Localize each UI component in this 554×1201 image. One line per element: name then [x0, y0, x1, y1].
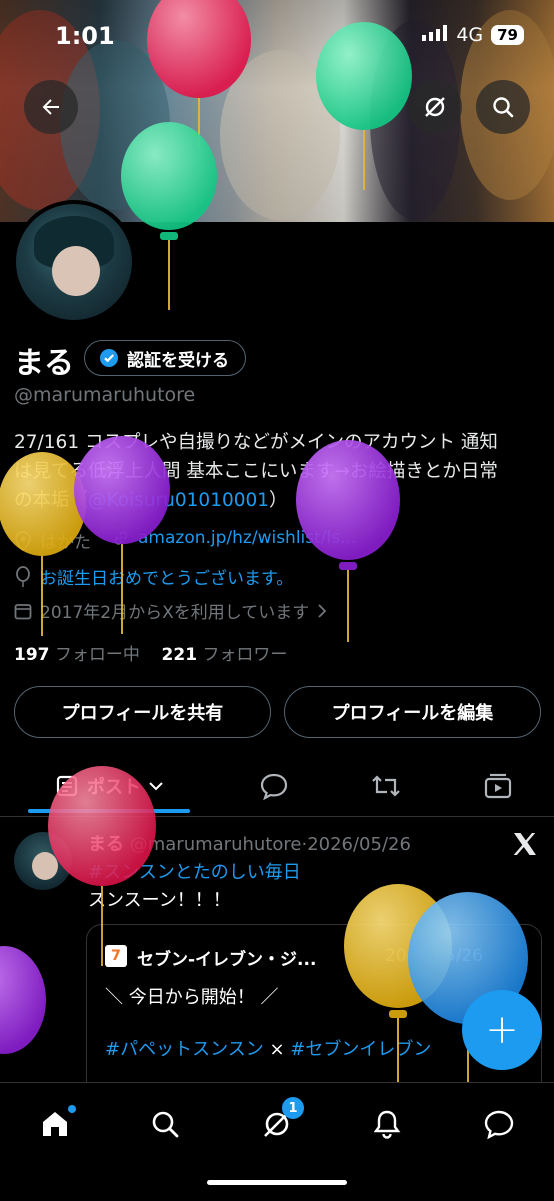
follow-counts: 197 フォロー中 221 フォロワー [14, 640, 287, 665]
grok-icon [425, 97, 445, 117]
nav-notifications[interactable] [362, 1099, 412, 1149]
chevron-down-icon [149, 782, 163, 791]
followers-link[interactable]: 221 フォロワー [162, 645, 288, 665]
following-count: 197 [14, 645, 50, 665]
status-indicators: 4G 79 [422, 24, 524, 46]
quoted-hashtags: #パペットスンスン × #セブンイレブン [105, 1035, 431, 1061]
search-icon [493, 97, 514, 118]
reply-icon [260, 773, 288, 800]
grok-button[interactable] [408, 80, 462, 134]
location-text: はかた [40, 533, 91, 553]
nav-grok[interactable]: 1 [252, 1097, 304, 1149]
home-indicator [207, 1180, 347, 1185]
profile-bio: 27/161 コスプレや自撮りなどがメインのアカウント 通知 は見てる低浮上人間… [14, 428, 542, 515]
edit-profile-button[interactable]: プロフィールを編集 [284, 686, 541, 738]
get-verified-label: 認証を受ける [127, 350, 229, 371]
bio-text: ） [269, 490, 288, 511]
quoted-times: × [269, 1039, 285, 1060]
location-icon [15, 530, 31, 551]
notification-badge: 1 [282, 1097, 304, 1119]
joined-text: 2017年2月からXを利用しています [40, 603, 310, 623]
birthday-text: お誕生日おめでとうございます。 [40, 569, 294, 589]
tab-reposts[interactable] [358, 760, 414, 812]
profile-handle: @marumaruhutore [14, 384, 196, 406]
post-avatar[interactable] [14, 832, 72, 890]
balloon-icon [16, 565, 30, 587]
quoted-date: 2026/05/26 [385, 946, 483, 966]
battery-level: 79 [491, 25, 524, 45]
nav-home[interactable] [30, 1099, 80, 1149]
active-tab-indicator [28, 809, 190, 813]
tab-media[interactable] [470, 760, 526, 812]
balloon-purple [0, 946, 46, 1054]
bio-line: 27/161 コスプレや自撮りなどがメインのアカウント 通知 [14, 432, 498, 453]
tab-replies[interactable] [246, 760, 302, 812]
tab-posts-label: ポスト [87, 777, 141, 798]
compose-button[interactable]: + [462, 990, 542, 1070]
profile-name: まる [14, 346, 74, 381]
signal-icon [422, 24, 448, 46]
nav-messages[interactable] [474, 1099, 524, 1149]
bio-line: の本垢（@Koisuru01010001） [14, 486, 542, 515]
quoted-text: ＼ 今日から開始！ ／ [105, 987, 279, 1008]
back-button[interactable] [24, 80, 78, 134]
search-button[interactable] [476, 80, 530, 134]
share-profile-button[interactable]: プロフィールを共有 [14, 686, 271, 738]
chevron-right-icon [318, 603, 327, 618]
status-time: 1:01 [55, 22, 115, 50]
profile-joined[interactable]: 2017年2月からXを利用しています [14, 598, 327, 623]
home-unread-dot [68, 1105, 76, 1113]
nav-search[interactable] [140, 1099, 190, 1149]
notifications-icon [373, 1110, 401, 1139]
messages-icon [484, 1110, 514, 1139]
verified-badge-icon [100, 349, 118, 367]
following-label: フォロー中 [54, 645, 140, 665]
search-icon [152, 1111, 179, 1138]
bio-text: の本垢（ [14, 490, 89, 511]
tab-posts[interactable]: ポスト [28, 760, 190, 813]
post-handle[interactable]: @marumaruhutore [130, 834, 302, 855]
profile-location: はかた [14, 528, 91, 553]
network-label: 4G [456, 24, 484, 46]
home-icon [43, 1112, 67, 1136]
link-icon [114, 531, 128, 545]
bio-mention-link[interactable]: @Koisuru01010001 [88, 490, 269, 511]
quoted-author: セブン-イレブン・ジ... [137, 950, 317, 970]
followers-label: フォロワー [202, 645, 288, 665]
followers-count: 221 [161, 645, 198, 665]
quoted-hashtag[interactable]: #セブンイレブン [290, 1039, 431, 1060]
get-verified-button[interactable]: 認証を受ける [84, 340, 246, 376]
media-icon [484, 773, 512, 799]
post-text: スンスーン！！！ [88, 890, 231, 911]
profile-website[interactable]: amazon.jp/hz/wishlist/ls... [112, 528, 356, 548]
post-date[interactable]: 2026/05/26 [307, 834, 411, 855]
bio-line: は見てる低浮上人間 基本ここにいます→お絵描きとか日常 [14, 461, 498, 482]
profile-birthday: お誕生日おめでとうございます。 [14, 564, 293, 589]
post-author[interactable]: まる [88, 834, 124, 855]
website-link[interactable]: amazon.jp/hz/wishlist/ls... [138, 528, 356, 548]
following-link[interactable]: 197 フォロー中 [14, 645, 140, 665]
seven-eleven-logo: 7 [105, 945, 127, 967]
x-logo [512, 832, 538, 860]
calendar-icon [14, 603, 32, 619]
profile-tabs: ポスト [0, 760, 554, 817]
post-hashtag[interactable]: #スンスンとたのしい毎日 [88, 858, 301, 884]
profile-avatar[interactable] [12, 200, 136, 324]
x-logo-icon [513, 833, 536, 855]
posts-tab-icon [56, 775, 78, 797]
repost-icon [372, 775, 400, 797]
post-header: まる @marumaruhutore·2026/05/26 [88, 830, 411, 856]
back-arrow-icon [42, 99, 59, 115]
quoted-hashtag[interactable]: #パペットスンスン [105, 1039, 264, 1060]
